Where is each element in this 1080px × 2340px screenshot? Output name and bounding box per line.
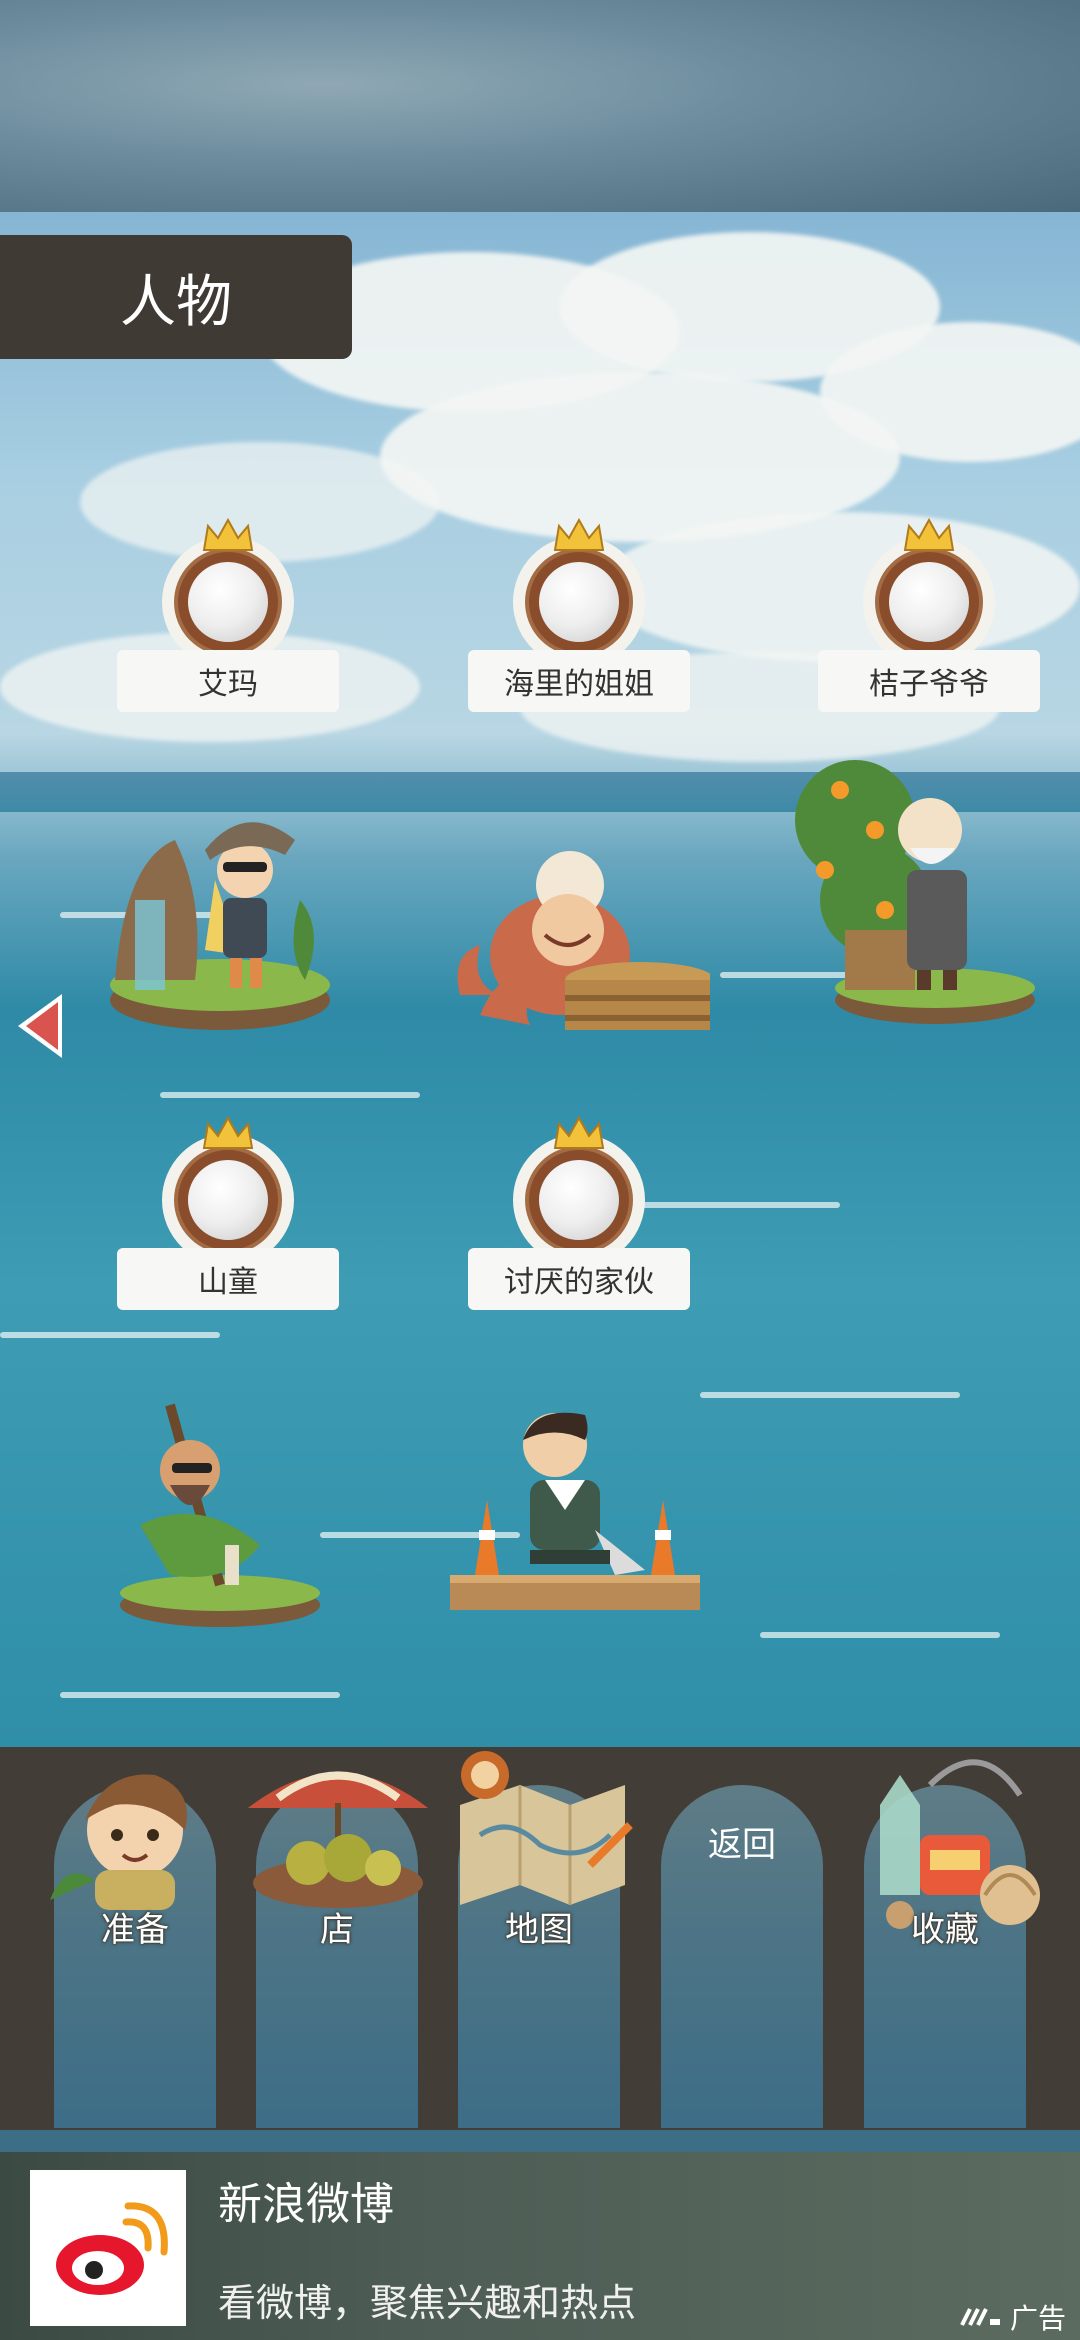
character-badge [162,1116,294,1266]
page-title-tab: 人物 [0,235,352,359]
wave [760,1632,1000,1638]
name-plate: 艾玛 [117,650,339,712]
name-plate: 海里的姐姐 [468,650,690,712]
menu-label-prepare: 准备 [101,1910,169,1950]
orange-grandpa-art[interactable] [795,730,1045,1030]
character-slot-emma[interactable]: 艾玛 [117,518,339,712]
crown-icon [903,518,955,551]
ad-label: 广告 [1010,2302,1067,2335]
character-slot-mountain-boy[interactable]: 山童 [117,1116,339,1310]
character-badge [513,1116,645,1266]
crown-icon [202,1116,254,1149]
character-badge [863,518,995,668]
weibo-logo[interactable] [30,2170,186,2326]
pearl-icon [889,562,969,642]
name-plate: 桔子爷爷 [818,650,1040,712]
character-name: 艾玛 [198,667,258,702]
ad-brand-icon [960,2308,1000,2326]
character-badge [513,518,645,668]
character-name: 讨厌的家伙 [504,1265,654,1300]
menu-label-shop: 店 [320,1910,354,1950]
name-plate: 山童 [117,1248,339,1310]
wave [0,1332,220,1338]
character-name: 桔子爷爷 [869,667,989,702]
mountain-boy-art[interactable] [110,1385,330,1635]
ad-title[interactable]: 新浪微博 [218,2168,394,2232]
ad-description[interactable]: 看微博，聚焦兴趣和热点 [218,2272,636,2327]
annoying-guy-art[interactable] [445,1400,705,1630]
character-slot-annoying-guy[interactable]: 讨厌的家伙 [468,1116,690,1310]
previous-page-arrow-icon[interactable] [14,990,68,1062]
character-badge [162,518,294,668]
wave [160,1092,420,1098]
menu-label-back: 返回 [708,1825,776,1865]
sea-sister-art[interactable] [440,845,710,1045]
wave [60,1692,340,1698]
page-title: 人物 [120,269,232,335]
name-plate: 讨厌的家伙 [468,1248,690,1310]
shop-icon [248,1771,428,1908]
emma-island-art[interactable] [95,780,345,1040]
crown-icon [553,1116,605,1149]
menu-label-collection: 收藏 [911,1910,979,1950]
menu-label-map: 地图 [505,1910,573,1950]
character-slot-orange-grandpa[interactable]: 桔子爷爷 [818,518,1040,712]
character-name: 山童 [198,1265,258,1300]
pearl-icon [188,562,268,642]
character-name: 海里的姐姐 [504,667,654,702]
prepare-icon [50,1774,187,1910]
crown-icon [553,518,605,551]
weibo-icon [56,2202,168,2295]
pearl-icon [539,562,619,642]
map-icon [460,1751,633,1905]
game-screen: 人物 艾玛 海里的姐姐 桔子爷爷 山童 讨厌的家伙 准备 店 地图 返回 收藏 … [0,0,1080,2340]
pearl-icon [188,1160,268,1240]
pearl-icon [539,1160,619,1240]
ad-tag: 广告 [960,2297,1066,2337]
sky-strip [0,0,1080,212]
character-slot-sea-sister[interactable]: 海里的姐姐 [468,518,690,712]
crown-icon [202,518,254,551]
wave [700,1392,960,1398]
